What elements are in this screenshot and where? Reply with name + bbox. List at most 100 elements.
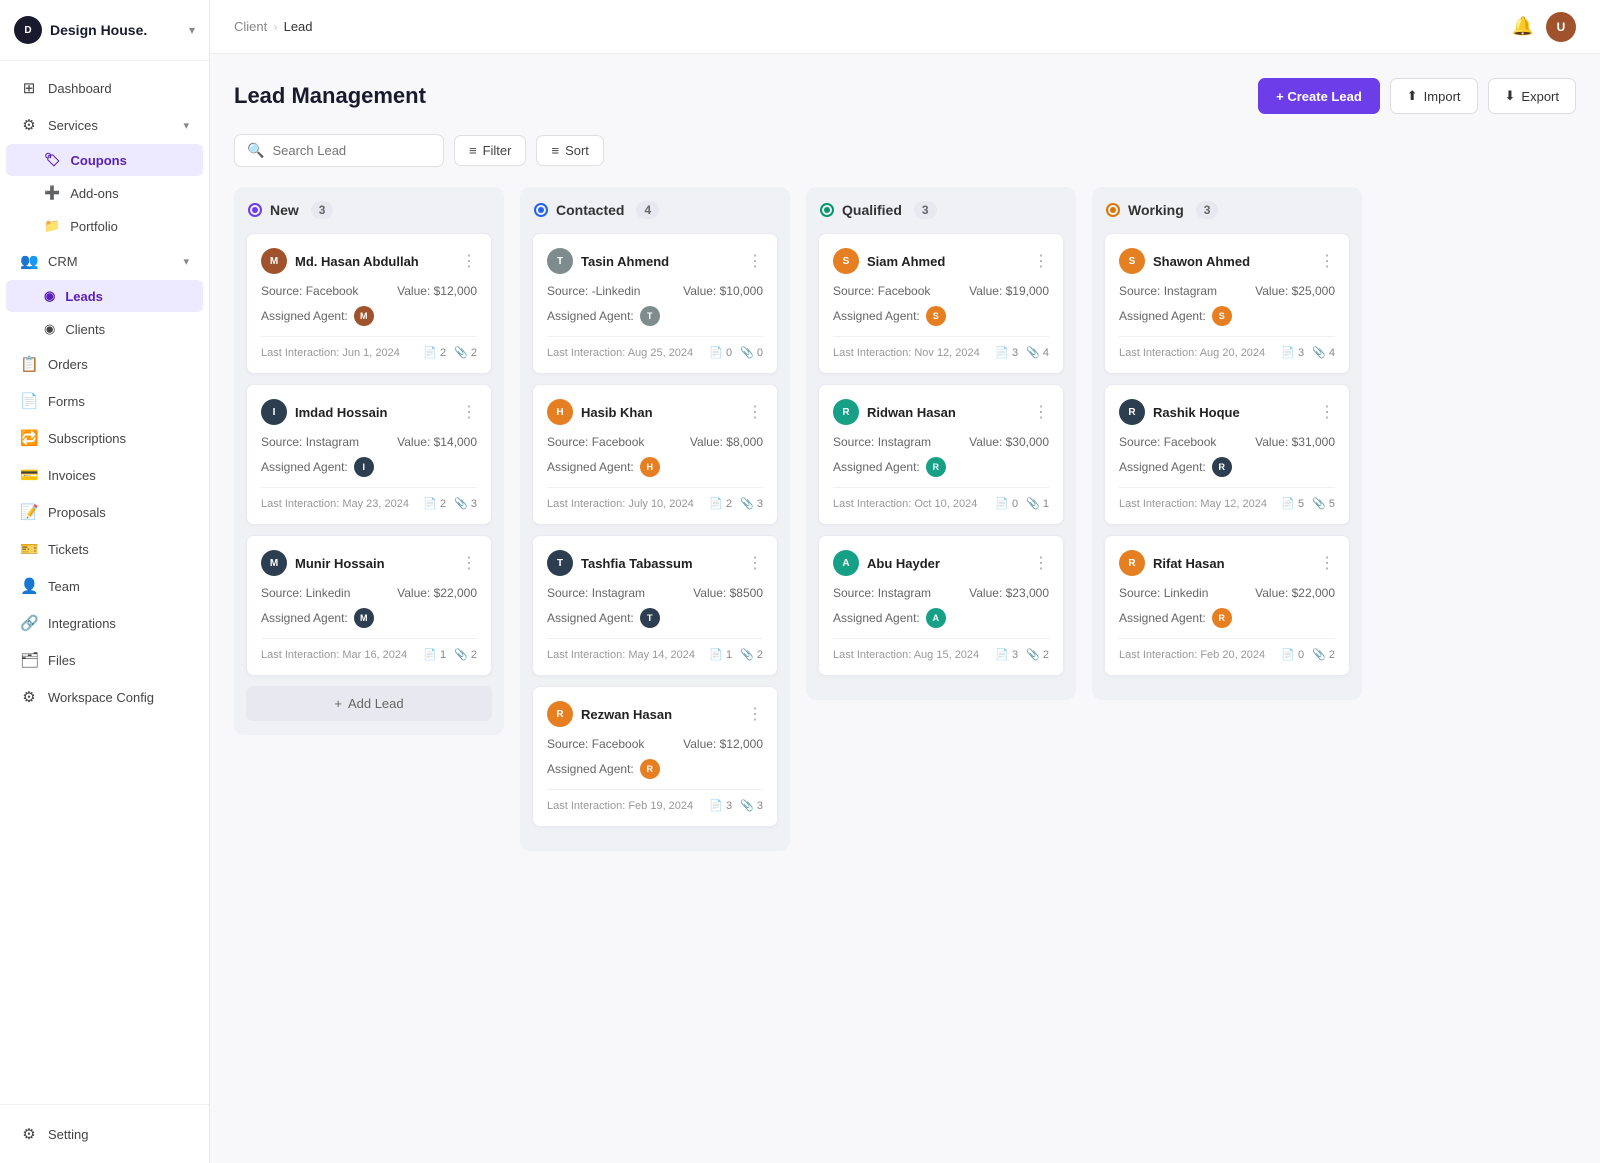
- sidebar-item-portfolio[interactable]: 📁 Portfolio: [6, 210, 203, 242]
- sidebar-item-services[interactable]: ⚙ Services ▾: [6, 107, 203, 143]
- agent-label: Assigned Agent:: [1119, 309, 1206, 323]
- lead-card-contacted-0[interactable]: T Tasin Ahmend ⋮ Source: -Linkedin Value…: [532, 233, 778, 374]
- sidebar-item-addons[interactable]: ➕ Add-ons: [6, 177, 203, 209]
- agent-row: Assigned Agent: T: [547, 608, 763, 628]
- col-title-contacted: Contacted: [556, 202, 624, 218]
- app-logo[interactable]: D Design House. ▾: [0, 0, 209, 61]
- card-menu-icon[interactable]: ⋮: [461, 553, 477, 573]
- lead-card-contacted-3[interactable]: R Rezwan Hasan ⋮ Source: Facebook Value:…: [532, 686, 778, 827]
- add-lead-button[interactable]: +Add Lead: [246, 686, 492, 721]
- card-footer: Last Interaction: Jun 1, 2024 📄 2 📎 2: [261, 336, 477, 359]
- attachments-count: 📎 3: [740, 799, 763, 812]
- sidebar-item-orders[interactable]: 📋 Orders: [6, 346, 203, 382]
- filter-button[interactable]: ≡ Filter: [454, 135, 526, 166]
- card-footer: Last Interaction: May 12, 2024 📄 5 📎 5: [1119, 487, 1335, 510]
- lead-value: Value: $19,000: [969, 284, 1049, 298]
- user-avatar[interactable]: U: [1546, 12, 1576, 42]
- export-icon: ⬇: [1505, 88, 1516, 104]
- card-menu-icon[interactable]: ⋮: [1319, 251, 1335, 271]
- lead-card-new-1[interactable]: I Imdad Hossain ⋮ Source: Instagram Valu…: [246, 384, 492, 525]
- lead-card-working-2[interactable]: R Rifat Hasan ⋮ Source: Linkedin Value: …: [1104, 535, 1350, 676]
- lead-card-working-1[interactable]: R Rashik Hoque ⋮ Source: Facebook Value:…: [1104, 384, 1350, 525]
- lead-card-new-2[interactable]: M Munir Hossain ⋮ Source: Linkedin Value…: [246, 535, 492, 676]
- lead-card-contacted-1[interactable]: H Hasib Khan ⋮ Source: Facebook Value: $…: [532, 384, 778, 525]
- footer-icons: 📄 2 📎 2: [423, 346, 477, 359]
- card-header: T Tashfia Tabassum ⋮: [547, 550, 763, 576]
- sidebar-item-workspace-config[interactable]: ⚙ Workspace Config: [6, 679, 203, 715]
- sidebar-item-setting[interactable]: ⚙ Setting: [6, 1116, 203, 1152]
- card-menu-icon[interactable]: ⋮: [1319, 402, 1335, 422]
- kanban-col-qualified: Qualified 3 S Siam Ahmed ⋮ Source: Faceb…: [806, 187, 1076, 700]
- files-count: 📄 2: [423, 497, 446, 510]
- card-menu-icon[interactable]: ⋮: [747, 402, 763, 422]
- card-menu-icon[interactable]: ⋮: [747, 251, 763, 271]
- notification-bell-icon[interactable]: 🔔: [1512, 16, 1534, 37]
- sidebar-item-forms[interactable]: 📄 Forms: [6, 383, 203, 419]
- attachments-count: 📎 2: [740, 648, 763, 661]
- sidebar-item-integrations[interactable]: 🔗 Integrations: [6, 605, 203, 641]
- sidebar-item-invoices[interactable]: 💳 Invoices: [6, 457, 203, 493]
- card-menu-icon[interactable]: ⋮: [461, 251, 477, 271]
- card-menu-icon[interactable]: ⋮: [461, 402, 477, 422]
- sidebar-label-files: Files: [48, 653, 75, 668]
- files-count: 📄 2: [709, 497, 732, 510]
- col-header-qualified: Qualified 3: [818, 201, 1064, 219]
- app-name: Design House.: [50, 22, 147, 38]
- lead-card-working-0[interactable]: S Shawon Ahmed ⋮ Source: Instagram Value…: [1104, 233, 1350, 374]
- lead-card-contacted-2[interactable]: T Tashfia Tabassum ⋮ Source: Instagram V…: [532, 535, 778, 676]
- card-meta: Source: Instagram Value: $30,000: [833, 435, 1049, 449]
- addons-icon: ➕: [44, 185, 60, 201]
- card-menu-icon[interactable]: ⋮: [1319, 553, 1335, 573]
- orders-icon: 📋: [20, 355, 38, 373]
- sidebar-item-coupons[interactable]: 🏷 Coupons: [6, 144, 203, 176]
- lead-card-qualified-1[interactable]: R Ridwan Hasan ⋮ Source: Instagram Value…: [818, 384, 1064, 525]
- kanban-col-contacted: Contacted 4 T Tasin Ahmend ⋮ Source: -Li…: [520, 187, 790, 851]
- search-input[interactable]: [272, 143, 431, 158]
- sidebar-item-team[interactable]: 👤 Team: [6, 568, 203, 604]
- export-button[interactable]: ⬇ Export: [1488, 78, 1576, 114]
- card-menu-icon[interactable]: ⋮: [1033, 402, 1049, 422]
- agent-label: Assigned Agent:: [833, 460, 920, 474]
- lead-source: Source: Linkedin: [261, 586, 350, 600]
- card-header: S Siam Ahmed ⋮: [833, 248, 1049, 274]
- lead-source: Source: -Linkedin: [547, 284, 640, 298]
- lead-avatar: T: [547, 550, 573, 576]
- card-meta: Source: Instagram Value: $23,000: [833, 586, 1049, 600]
- card-menu-icon[interactable]: ⋮: [747, 553, 763, 573]
- lead-value: Value: $22,000: [1255, 586, 1335, 600]
- last-interaction: Last Interaction: May 23, 2024: [261, 498, 409, 510]
- agent-avatar: R: [1212, 608, 1232, 628]
- agent-avatar: M: [354, 608, 374, 628]
- lead-card-qualified-2[interactable]: A Abu Hayder ⋮ Source: Instagram Value: …: [818, 535, 1064, 676]
- card-menu-icon[interactable]: ⋮: [1033, 553, 1049, 573]
- card-footer: Last Interaction: Oct 10, 2024 📄 0 📎 1: [833, 487, 1049, 510]
- agent-avatar: S: [1212, 306, 1232, 326]
- card-menu-icon[interactable]: ⋮: [747, 704, 763, 724]
- agent-row: Assigned Agent: I: [261, 457, 477, 477]
- sort-button[interactable]: ≡ Sort: [536, 135, 603, 166]
- import-button[interactable]: ⬆ Import: [1390, 78, 1478, 114]
- card-header: R Rifat Hasan ⋮: [1119, 550, 1335, 576]
- card-menu-icon[interactable]: ⋮: [1033, 251, 1049, 271]
- sidebar-item-files[interactable]: 🗂 Files: [6, 642, 203, 678]
- attachments-count: 📎 2: [1312, 648, 1335, 661]
- sidebar-item-dashboard[interactable]: ⊞ Dashboard: [6, 70, 203, 106]
- create-lead-button[interactable]: + Create Lead: [1258, 78, 1380, 114]
- workspace-config-icon: ⚙: [20, 688, 38, 706]
- footer-icons: 📄 3 📎 4: [995, 346, 1049, 359]
- lead-card-new-0[interactable]: M Md. Hasan Abdullah ⋮ Source: Facebook …: [246, 233, 492, 374]
- sidebar-item-tickets[interactable]: 🎫 Tickets: [6, 531, 203, 567]
- sidebar-item-subscriptions[interactable]: 🔁 Subscriptions: [6, 420, 203, 456]
- sidebar-item-crm[interactable]: 👥 CRM ▾: [6, 243, 203, 279]
- sidebar-item-leads[interactable]: ◉ Leads: [6, 280, 203, 312]
- sidebar-item-proposals[interactable]: 📝 Proposals: [6, 494, 203, 530]
- file-icon: 📄: [1281, 648, 1295, 661]
- files-count: 📄 3: [995, 346, 1018, 359]
- attachment-icon: 📎: [740, 346, 754, 359]
- lead-card-qualified-0[interactable]: S Siam Ahmed ⋮ Source: Facebook Value: $…: [818, 233, 1064, 374]
- attachment-icon: 📎: [740, 497, 754, 510]
- card-header: I Imdad Hossain ⋮: [261, 399, 477, 425]
- sidebar-item-clients[interactable]: ◉ Clients: [6, 313, 203, 345]
- lead-name: Tashfia Tabassum: [581, 556, 739, 571]
- files-count: 📄 0: [995, 497, 1018, 510]
